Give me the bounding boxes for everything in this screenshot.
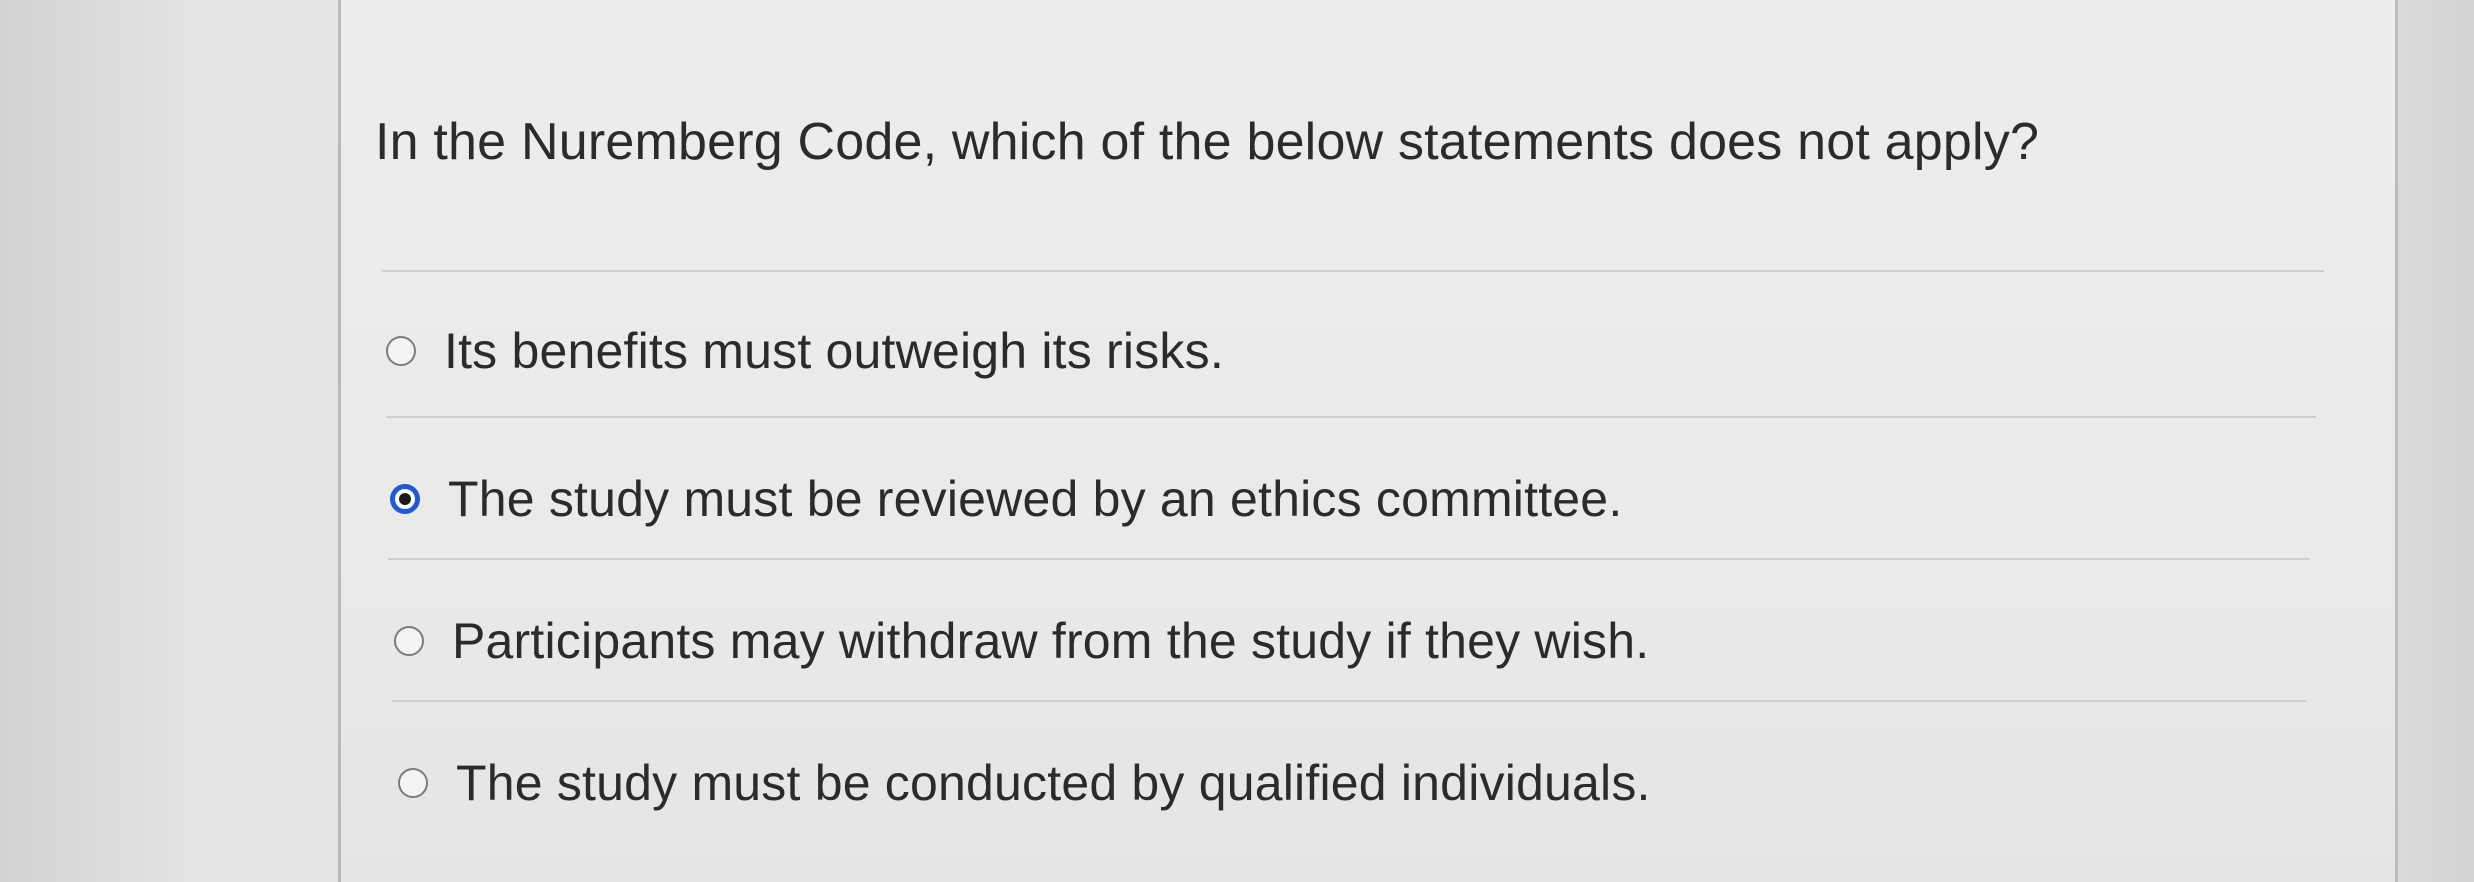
radio-button[interactable] xyxy=(394,626,424,656)
divider xyxy=(388,558,2310,560)
answer-option-2[interactable]: The study must be reviewed by an ethics … xyxy=(390,470,1622,528)
answer-option-3[interactable]: Participants may withdraw from the study… xyxy=(394,612,1649,670)
answer-option-label: Participants may withdraw from the study… xyxy=(452,613,1650,669)
divider xyxy=(382,270,2324,272)
answer-option-4[interactable]: The study must be conducted by qualified… xyxy=(398,754,1651,812)
radio-button[interactable] xyxy=(386,336,416,366)
divider xyxy=(386,416,2316,418)
divider xyxy=(392,700,2306,702)
question-text: In the Nuremberg Code, which of the belo… xyxy=(375,113,2040,171)
radio-button[interactable] xyxy=(398,768,428,798)
answer-option-label: The study must be conducted by qualified… xyxy=(456,755,1651,811)
answer-option-label: The study must be reviewed by an ethics … xyxy=(448,471,1623,527)
answer-option-1[interactable]: Its benefits must outweigh its risks. xyxy=(386,322,1224,380)
answer-option-label: Its benefits must outweigh its risks. xyxy=(444,323,1224,379)
radio-button-selected[interactable] xyxy=(390,484,420,514)
